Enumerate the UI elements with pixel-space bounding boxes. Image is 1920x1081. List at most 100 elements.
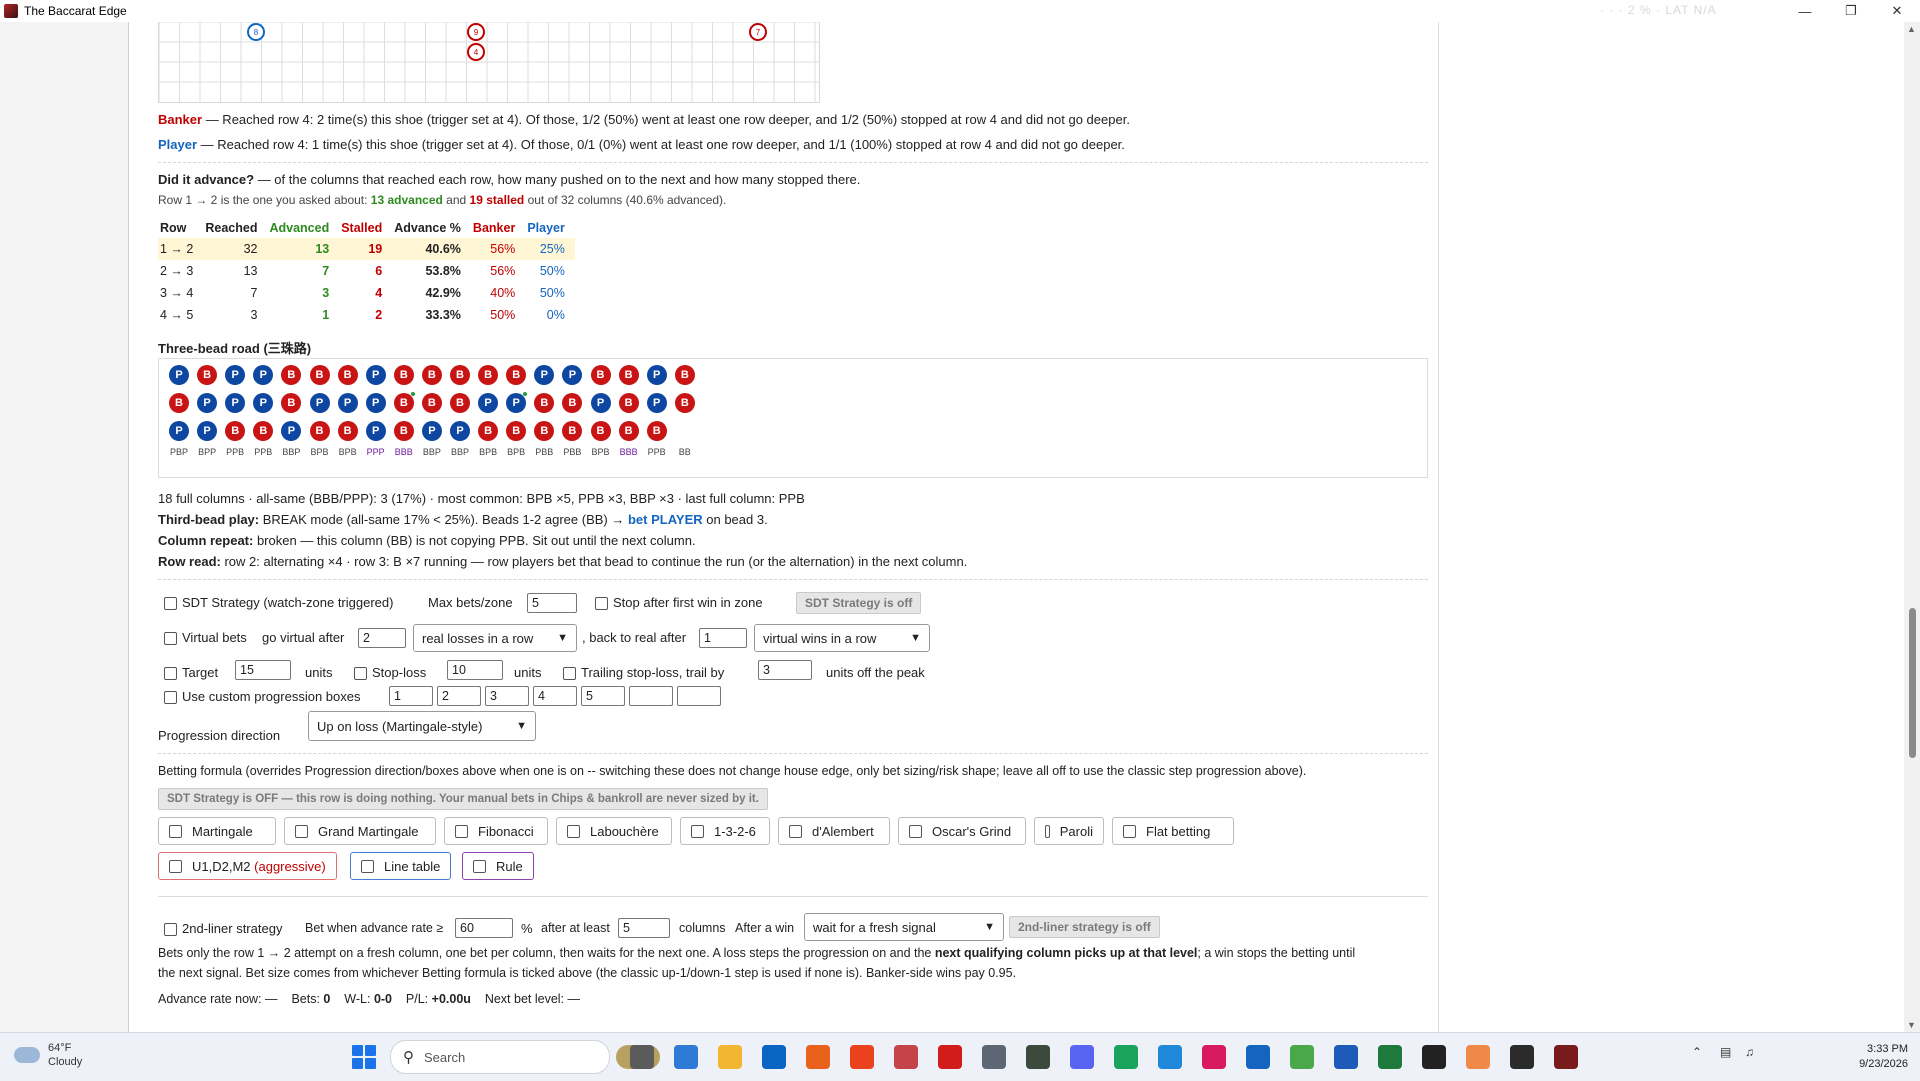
sdt-strategy-checkbox[interactable] bbox=[164, 597, 177, 610]
formula-checkbox[interactable] bbox=[295, 824, 308, 838]
outlook-icon[interactable] bbox=[762, 1045, 786, 1069]
max-bets-input[interactable]: 5 bbox=[527, 593, 577, 613]
trailing-stop-checkbox[interactable] bbox=[563, 667, 576, 680]
console-icon[interactable] bbox=[1510, 1045, 1534, 1069]
formula-button-fibonacci[interactable]: Fibonacci bbox=[444, 817, 548, 845]
bead-column-label: BPB bbox=[338, 447, 357, 457]
formula-checkbox[interactable] bbox=[567, 824, 580, 838]
progression-box[interactable]: 2 bbox=[437, 686, 481, 706]
virtual-wins-select[interactable]: virtual wins in a row ▼ bbox=[754, 624, 930, 652]
weather-widget[interactable]: 64°F Cloudy bbox=[14, 1041, 82, 1069]
stop-loss-checkbox[interactable] bbox=[354, 667, 367, 680]
advance-table-cell: 50% bbox=[539, 264, 565, 278]
vscode-icon[interactable] bbox=[1246, 1045, 1270, 1069]
chat-icon[interactable] bbox=[1114, 1045, 1138, 1069]
word-icon[interactable] bbox=[1334, 1045, 1358, 1069]
remote-icon[interactable] bbox=[1158, 1045, 1182, 1069]
firefox-icon[interactable] bbox=[806, 1045, 830, 1069]
start-button[interactable] bbox=[352, 1045, 376, 1069]
snipping-icon[interactable] bbox=[894, 1045, 918, 1069]
formula-checkbox[interactable] bbox=[1123, 824, 1136, 838]
notepad-icon[interactable] bbox=[1290, 1045, 1314, 1069]
virtual-bets-checbox[interactable] bbox=[164, 632, 177, 645]
custom-progression-checkbox[interactable] bbox=[164, 691, 177, 704]
volume-icon[interactable]: ♫ bbox=[1745, 1045, 1754, 1059]
minimize-button[interactable]: — bbox=[1782, 0, 1828, 22]
formula-button-martingale[interactable]: Martingale bbox=[158, 817, 276, 845]
close-button[interactable]: ✕ bbox=[1874, 0, 1920, 22]
terminal-icon[interactable] bbox=[1026, 1045, 1050, 1069]
calculator-icon[interactable] bbox=[982, 1045, 1006, 1069]
progression-box[interactable] bbox=[629, 686, 673, 706]
discord-icon[interactable] bbox=[1070, 1045, 1094, 1069]
trailing-stop-input[interactable]: 3 bbox=[758, 660, 812, 680]
scroll-thumb[interactable] bbox=[1909, 608, 1916, 758]
line-table-button[interactable]: Line table bbox=[350, 852, 452, 880]
target-input[interactable]: 15 bbox=[235, 660, 291, 680]
progression-box[interactable]: 3 bbox=[485, 686, 529, 706]
progression-box[interactable] bbox=[677, 686, 721, 706]
file-explorer-icon[interactable] bbox=[630, 1045, 654, 1069]
mail-icon[interactable] bbox=[674, 1045, 698, 1069]
formula-checkbox[interactable] bbox=[691, 824, 704, 838]
columns-input[interactable]: 5 bbox=[618, 918, 670, 938]
app-icon[interactable] bbox=[850, 1045, 874, 1069]
folder-icon[interactable] bbox=[718, 1045, 742, 1069]
formula-button-grand-martingale[interactable]: Grand Martingale bbox=[284, 817, 436, 845]
second-liner-checkbox[interactable] bbox=[164, 923, 177, 936]
formula-checkbox[interactable] bbox=[169, 824, 182, 838]
github-icon[interactable] bbox=[1422, 1045, 1446, 1069]
real-losses-select[interactable]: real losses in a row ▼ bbox=[413, 624, 577, 652]
u1d2m2-button[interactable]: U1,D2,M2 (aggressive) bbox=[158, 852, 337, 880]
rule-checkbox[interactable] bbox=[473, 859, 486, 873]
stop-loss-input[interactable]: 10 bbox=[447, 660, 503, 680]
go-virtual-input[interactable]: 2 bbox=[358, 628, 406, 648]
after-win-select[interactable]: wait for a fresh signal ▼ bbox=[804, 913, 1004, 941]
player-bead: P bbox=[225, 365, 246, 385]
progression-box[interactable]: 5 bbox=[581, 686, 625, 706]
formula-button-d-alembert[interactable]: d'Alembert bbox=[778, 817, 890, 845]
line-table-checkbox[interactable] bbox=[361, 859, 374, 873]
advance-table-cell: 50% bbox=[490, 308, 516, 322]
stop-first-win-checkbox[interactable] bbox=[595, 597, 608, 610]
column-repeat: Column repeat: broken — this column (BB)… bbox=[158, 533, 696, 548]
formula-button-labouch-re[interactable]: Labouchère bbox=[556, 817, 672, 845]
formula-button-flat-betting[interactable]: Flat betting bbox=[1112, 817, 1234, 845]
taskbar-search[interactable]: ⚲ Search bbox=[390, 1040, 610, 1074]
sun-icon[interactable] bbox=[1466, 1045, 1490, 1069]
rate-now-value: — bbox=[265, 992, 278, 1006]
tray-overflow-icon[interactable]: ⌃ bbox=[1692, 1045, 1702, 1059]
u1d2m2-checkbox[interactable] bbox=[169, 859, 182, 873]
title-bar: The Baccarat Edge · · · 2 % · LAT N/A — … bbox=[0, 0, 1920, 22]
restore-button[interactable]: ❐ bbox=[1828, 0, 1874, 22]
back-real-input[interactable]: 1 bbox=[699, 628, 747, 648]
excel-icon[interactable] bbox=[1378, 1045, 1402, 1069]
progression-box[interactable]: 1 bbox=[389, 686, 433, 706]
rule-button[interactable]: Rule bbox=[462, 852, 534, 880]
formula-button-paroli[interactable]: Paroli bbox=[1034, 817, 1104, 845]
target-checkbox[interactable] bbox=[164, 667, 177, 680]
scroll-up-icon[interactable]: ▲ bbox=[1907, 24, 1916, 34]
second-liner-status-button[interactable]: 2nd-liner strategy is off bbox=[1009, 916, 1160, 938]
taskbar-clock[interactable]: 3:33 PM 9/23/2026 bbox=[1838, 1042, 1908, 1072]
baccarat-app-icon[interactable] bbox=[1554, 1045, 1578, 1069]
advance-rate-input[interactable]: 60 bbox=[455, 918, 513, 938]
scroll-down-icon[interactable]: ▼ bbox=[1907, 1020, 1916, 1030]
acrobat-icon[interactable] bbox=[938, 1045, 962, 1069]
formula-checkbox[interactable] bbox=[1045, 824, 1050, 838]
banker-bead: B bbox=[393, 421, 414, 441]
sdt-status-button[interactable]: SDT Strategy is off bbox=[796, 592, 922, 614]
formula-checkbox[interactable] bbox=[789, 824, 802, 838]
bead-column: B B BB bbox=[671, 365, 699, 457]
formula-button-oscar-s-grind[interactable]: Oscar's Grind bbox=[898, 817, 1026, 845]
formula-checkbox[interactable] bbox=[909, 824, 922, 838]
paint-icon[interactable] bbox=[1202, 1045, 1226, 1069]
network-icon[interactable]: ▤ bbox=[1720, 1045, 1731, 1059]
progression-box[interactable]: 4 bbox=[533, 686, 577, 706]
bead-column: B P B BPB bbox=[334, 365, 362, 457]
bets-value: 0 bbox=[323, 992, 331, 1006]
formula-button-1-3-2-6[interactable]: 1-3-2-6 bbox=[680, 817, 770, 845]
formula-checkbox[interactable] bbox=[455, 824, 468, 838]
progression-direction-select[interactable]: Up on loss (Martingale-style) ▼ bbox=[308, 711, 536, 741]
page-scrollbar[interactable]: ▲ ▼ bbox=[1904, 22, 1920, 1032]
